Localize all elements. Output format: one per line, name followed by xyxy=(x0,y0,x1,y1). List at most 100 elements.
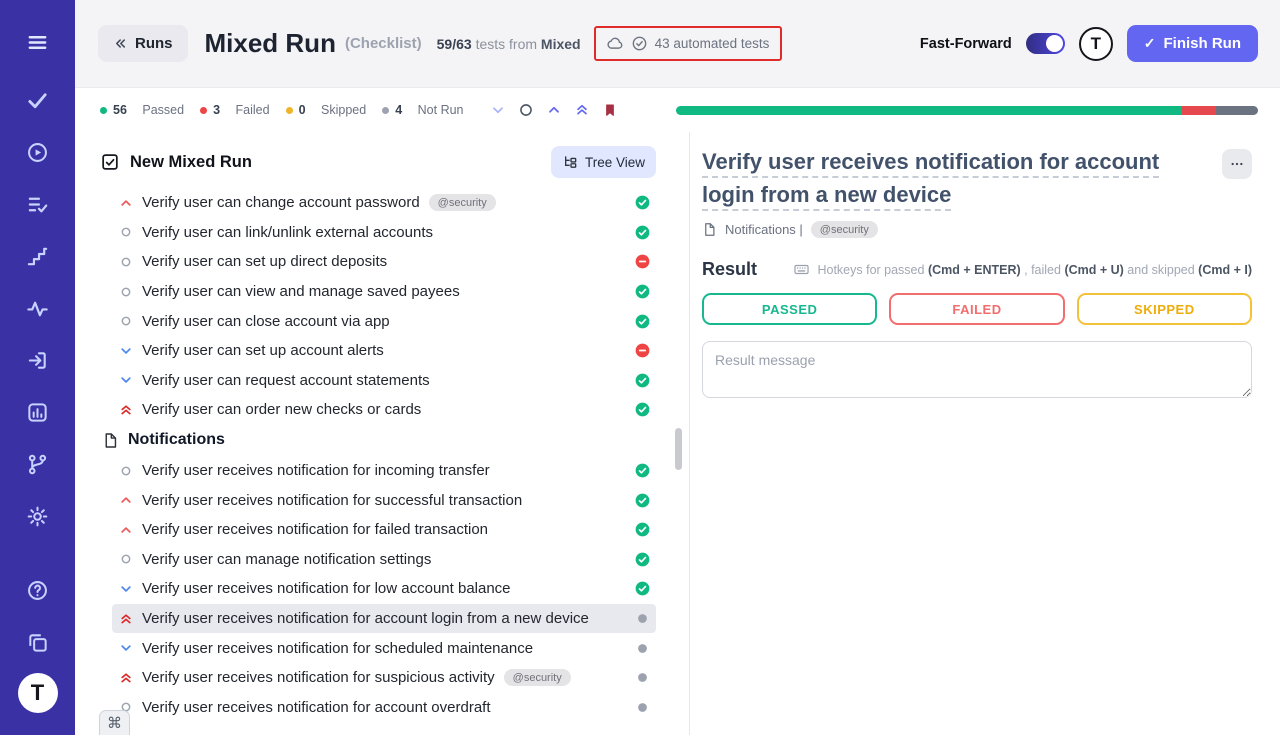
app-logo-letter: T xyxy=(31,680,44,706)
priority-low-icon[interactable] xyxy=(119,373,133,387)
stat-failed[interactable]: 3 Failed xyxy=(200,103,269,117)
test-row[interactable]: Verify user can close account via app xyxy=(112,306,656,336)
suite-name[interactable]: Notifications | xyxy=(725,222,803,237)
status-passed-icon[interactable] xyxy=(635,522,650,537)
priority-low-icon[interactable] xyxy=(119,344,133,358)
copy-icon[interactable] xyxy=(0,616,75,668)
keyboard-icon xyxy=(793,261,810,278)
stat-skipped[interactable]: 0 Skipped xyxy=(286,103,367,117)
test-row[interactable]: Verify user receives notification for su… xyxy=(112,485,656,515)
test-row[interactable]: Verify user can manage notification sett… xyxy=(112,545,656,575)
fast-forward-toggle[interactable] xyxy=(1026,33,1065,54)
test-row[interactable]: Verify user can view and manage saved pa… xyxy=(112,277,656,307)
test-row[interactable]: Verify user receives notification for su… xyxy=(112,663,656,693)
test-row[interactable]: Verify user receives notification for in… xyxy=(112,456,656,486)
steps-icon[interactable] xyxy=(0,230,75,282)
play-circle-icon[interactable] xyxy=(0,126,75,178)
brand-logo[interactable]: T xyxy=(1079,27,1113,61)
status-not_run-icon[interactable] xyxy=(635,700,650,715)
test-row[interactable]: Verify user can set up direct deposits xyxy=(112,247,656,277)
bookmark-filter-icon[interactable] xyxy=(602,102,618,118)
status-passed-icon[interactable] xyxy=(635,195,650,210)
status-passed-icon[interactable] xyxy=(635,314,650,329)
priority-high-icon[interactable] xyxy=(119,523,133,537)
test-label: Verify user receives notification for fa… xyxy=(142,521,488,538)
status-not_run-icon[interactable] xyxy=(635,670,650,685)
status-passed-icon[interactable] xyxy=(635,463,650,478)
chevron-down-filter-icon[interactable] xyxy=(490,102,506,118)
test-row[interactable]: Verify user receives notification for fa… xyxy=(112,515,656,545)
branch-icon[interactable] xyxy=(0,438,75,490)
test-label: Verify user receives notification for su… xyxy=(142,492,522,509)
priority-high-icon[interactable] xyxy=(119,196,133,210)
priority-normal-icon[interactable] xyxy=(119,464,133,478)
test-label: Verify user can link/unlink external acc… xyxy=(142,224,433,241)
status-passed-icon[interactable] xyxy=(635,373,650,388)
priority-normal-icon[interactable] xyxy=(119,255,133,269)
stat-not-run[interactable]: 4 Not Run xyxy=(382,103,463,117)
help-icon[interactable] xyxy=(0,564,75,616)
sidebar-main-group xyxy=(0,74,75,542)
priority-normal-icon[interactable] xyxy=(119,552,133,566)
back-to-runs-button[interactable]: Runs xyxy=(98,25,188,62)
priority-low-icon[interactable] xyxy=(119,582,133,596)
test-title[interactable]: Verify user receives notification for ac… xyxy=(702,145,1208,211)
chart-icon[interactable] xyxy=(0,386,75,438)
result-message-input[interactable] xyxy=(702,341,1252,398)
test-row[interactable]: Verify user can change account password@… xyxy=(112,188,656,218)
priority-high-icon[interactable] xyxy=(119,493,133,507)
gear-icon[interactable] xyxy=(0,490,75,542)
test-row[interactable]: Verify user can request account statemen… xyxy=(112,366,656,396)
double-chevron-up-filter-icon[interactable] xyxy=(574,102,590,118)
test-row[interactable]: Verify user receives notification for ac… xyxy=(112,604,656,634)
skipped-button[interactable]: SKIPPED xyxy=(1077,293,1252,325)
priority-normal-icon[interactable] xyxy=(119,225,133,239)
status-not_run-icon[interactable] xyxy=(635,611,650,626)
priority-normal-icon[interactable] xyxy=(119,285,133,299)
test-label: Verify user can close account via app xyxy=(142,313,390,330)
login-icon[interactable] xyxy=(0,334,75,386)
status-not_run-icon[interactable] xyxy=(635,641,650,656)
menu-icon[interactable] xyxy=(0,16,75,68)
back-to-runs-label: Runs xyxy=(135,35,173,52)
priority-low-icon[interactable] xyxy=(119,641,133,655)
priority-urgent-icon[interactable] xyxy=(119,612,133,626)
status-failed-icon[interactable] xyxy=(635,254,650,269)
test-row[interactable]: Verify user can set up account alerts xyxy=(112,336,656,366)
check-icon[interactable] xyxy=(0,74,75,126)
pulse-icon[interactable] xyxy=(0,282,75,334)
more-actions-button[interactable] xyxy=(1222,149,1252,179)
status-passed-icon[interactable] xyxy=(635,284,650,299)
chevron-up-filter-icon[interactable] xyxy=(546,102,562,118)
stat-passed[interactable]: 56 Passed xyxy=(100,103,184,117)
test-row[interactable]: Verify user can order new checks or card… xyxy=(112,395,656,425)
test-row[interactable]: Verify user receives notification for sc… xyxy=(112,633,656,663)
section-header[interactable]: Notifications xyxy=(102,425,656,456)
keyboard-shortcuts-button[interactable]: ⌘ xyxy=(99,710,130,735)
priority-normal-icon[interactable] xyxy=(119,314,133,328)
app-logo[interactable]: T xyxy=(18,673,58,713)
tag-pill[interactable]: @security xyxy=(429,194,496,211)
status-passed-icon[interactable] xyxy=(635,402,650,417)
status-failed-icon[interactable] xyxy=(635,343,650,358)
tree-view-button[interactable]: Tree View xyxy=(551,146,656,178)
security-tag[interactable]: @security xyxy=(811,221,878,238)
check-icon: ✓ xyxy=(1144,35,1156,52)
status-passed-icon[interactable] xyxy=(635,493,650,508)
finish-run-button[interactable]: ✓ Finish Run xyxy=(1127,25,1258,62)
failed-button[interactable]: FAILED xyxy=(889,293,1064,325)
tag-pill[interactable]: @security xyxy=(504,669,571,686)
status-passed-icon[interactable] xyxy=(635,552,650,567)
test-row[interactable]: Verify user receives notification for lo… xyxy=(112,574,656,604)
circle-filter-icon[interactable] xyxy=(518,102,534,118)
status-passed-icon[interactable] xyxy=(635,225,650,240)
priority-urgent-icon[interactable] xyxy=(119,671,133,685)
test-row[interactable]: Verify user can link/unlink external acc… xyxy=(112,218,656,248)
priority-urgent-icon[interactable] xyxy=(119,403,133,417)
run-list-icon[interactable] xyxy=(0,178,75,230)
status-passed-icon[interactable] xyxy=(635,581,650,596)
passed-button[interactable]: PASSED xyxy=(702,293,877,325)
list-panel-header: New Mixed Run Tree View xyxy=(75,132,689,186)
scrollbar-thumb[interactable] xyxy=(675,428,682,470)
test-row[interactable]: Verify user receives notification for ac… xyxy=(112,693,656,723)
